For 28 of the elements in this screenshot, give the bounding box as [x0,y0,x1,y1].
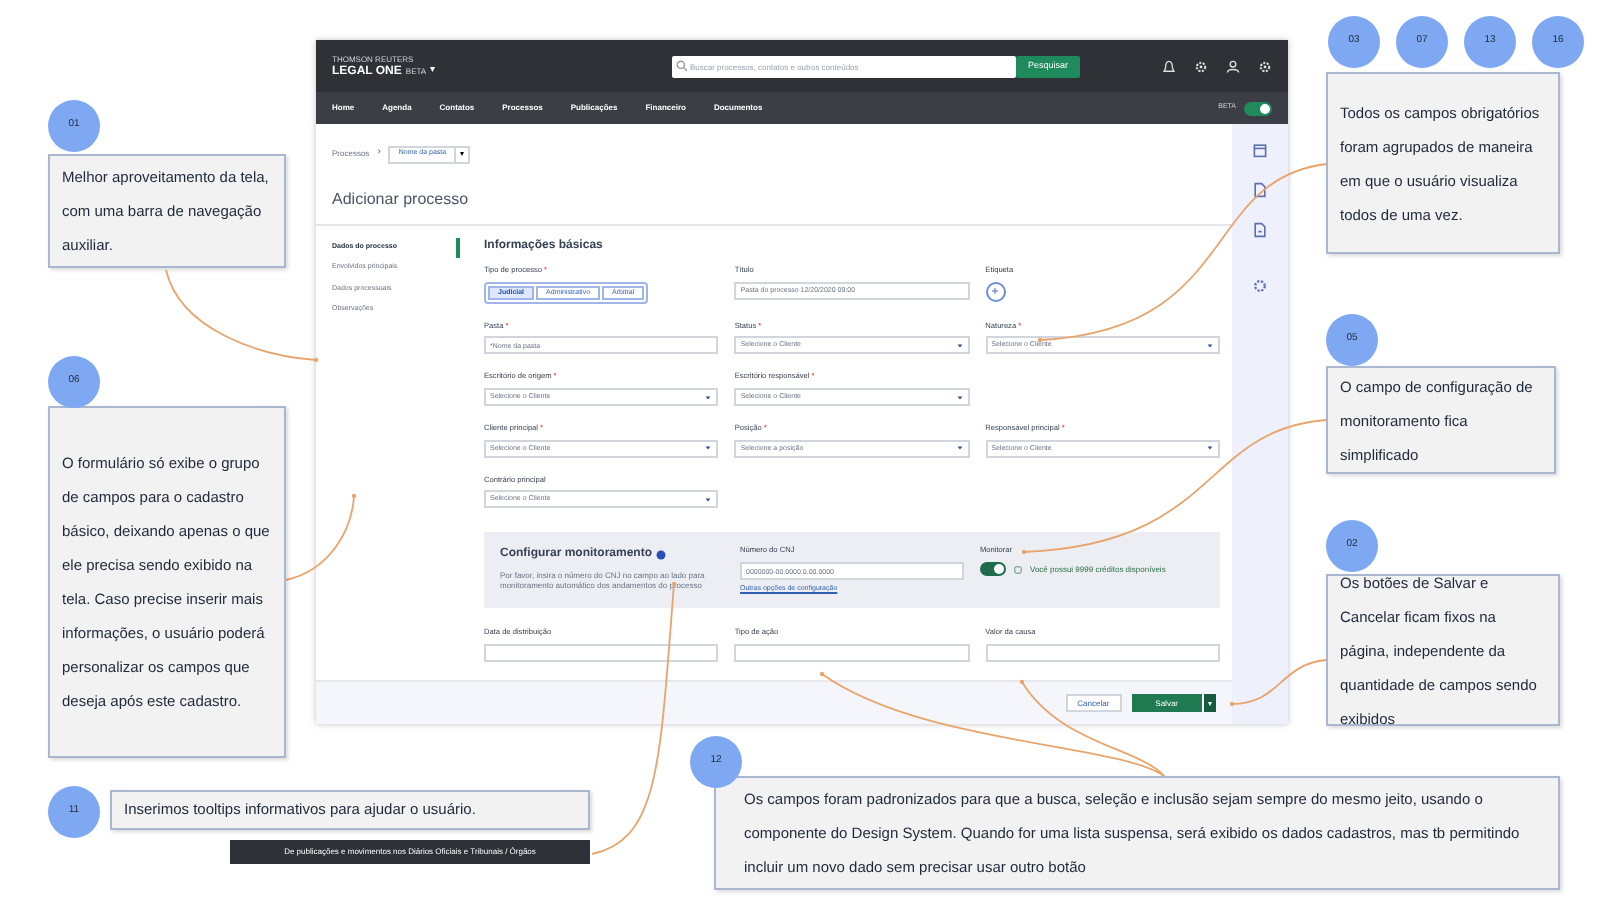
document-icon [1252,182,1268,198]
caret-icon [704,495,713,504]
input-field[interactable] [484,644,719,663]
plus-icon [990,286,1001,297]
toolbar-button[interactable] [1250,220,1270,240]
calendar-icon [1252,142,1268,158]
info-icon [656,550,666,561]
header-icon-button[interactable] [1224,58,1240,74]
caret-icon [704,393,713,402]
connector-line [285,493,357,581]
beta-toggle[interactable] [1244,101,1272,115]
caret-icon [704,444,713,453]
user-icon [1225,59,1239,73]
bell-icon [1161,59,1175,73]
toolbar-button[interactable] [1250,180,1270,200]
add-tag-button[interactable] [985,281,1006,302]
credit-icon [1014,565,1022,574]
caret-icon [955,444,964,453]
caret-icon [955,341,964,350]
connector-line [1229,659,1327,707]
document-icon [1252,222,1268,238]
input-field[interactable] [985,644,1220,663]
page-title: Adicionar processo [316,168,1232,226]
toolbar-button[interactable] [1250,140,1270,160]
header-icon-button[interactable] [1160,58,1176,74]
input-field[interactable] [734,644,970,663]
caret-icon [955,393,964,402]
monitor-toggle[interactable] [980,562,1006,577]
